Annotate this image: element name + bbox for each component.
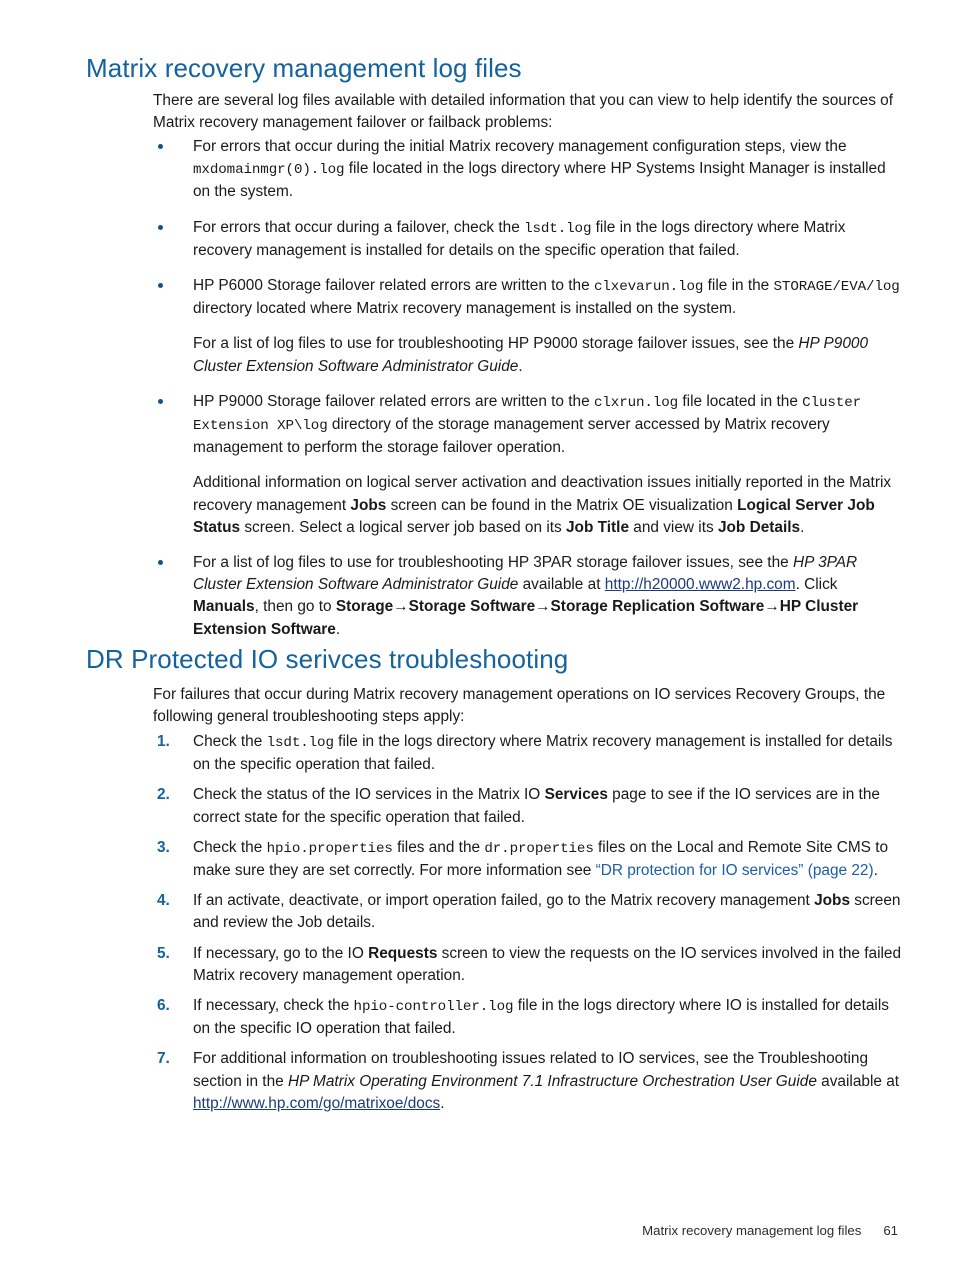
numbered-list-item-text: If necessary, go to the IO Requests scre… (193, 944, 902, 984)
document-page: Matrix recovery management log files The… (0, 0, 954, 1271)
emphasis-italic: HP Matrix Operating Environment 7.1 Infr… (287, 1072, 817, 1090)
section1-intro-paragraph: There are several log files available wi… (153, 90, 898, 134)
external-url-link[interactable]: http://h20000.www2.hp.com (605, 576, 796, 593)
numbered-list-item: 1. Check the lsdt.log file in the logs di… (153, 731, 905, 776)
numbered-list-item-text: For additional information on troublesho… (193, 1050, 900, 1112)
code-span: hpio-controller.log (353, 999, 514, 1016)
list-item-sub-paragraph: Additional information on logical server… (193, 474, 892, 536)
bullet-point-icon (158, 224, 163, 230)
numbered-list-item-text: Check the lsdt.log file in the logs dire… (193, 733, 893, 774)
list-item-text: HP P9000 Storage failover related errors… (193, 392, 862, 457)
paragraph-text: For failures that occur during Matrix re… (153, 686, 886, 726)
list-item-text: For errors that occur during a failover,… (193, 218, 846, 259)
list-item: HP P6000 Storage failover related errors… (153, 275, 905, 378)
step-number: 7. (157, 1050, 170, 1068)
external-url-link[interactable]: http://www.hp.com/go/matrixoe/docs (193, 1095, 440, 1112)
list-item: For errors that occur during a failover,… (153, 217, 905, 262)
bullet-point-icon (158, 144, 163, 149)
step-number: 5. (157, 944, 170, 962)
numbered-list-item: 7. For additional information on troubles… (153, 1048, 905, 1115)
list-item: For a list of log files to use for troub… (153, 552, 905, 641)
troubleshooting-steps-list: 1. Check the lsdt.log file in the logs di… (153, 731, 905, 1115)
section2-intro-paragraph: For failures that occur during Matrix re… (153, 684, 905, 728)
step-number: 2. (157, 786, 170, 804)
emphasis-bold: Job Details (717, 518, 801, 536)
code-span: mxdomainmgr(0).log (193, 162, 345, 179)
step-number: 1. (157, 733, 170, 750)
numbered-list-item: 5. If necessary, go to the IO Requests sc… (153, 943, 905, 987)
emphasis-bold: Jobs (814, 892, 850, 910)
numbered-list-item: 4. If an activate, deactivate, or import … (153, 890, 905, 934)
numbered-list-item-text: Check the status of the IO services in t… (193, 786, 880, 826)
list-item-text: For a list of log files to use for troub… (193, 554, 859, 638)
code-span: clxevarun.log (593, 279, 704, 296)
emphasis-bold: Services (544, 786, 608, 804)
code-span: Cluster Extension XP\log (193, 394, 862, 435)
emphasis-bold: Requests (368, 944, 438, 962)
page-title: Matrix recovery management log files (86, 53, 522, 83)
emphasis-bold: Storage (335, 598, 394, 616)
paragraph-text: There are several log files available wi… (153, 92, 894, 132)
code-span: STORAGE/EVA/log (773, 279, 900, 296)
numbered-list-item: 6. If necessary, check the hpio-controlle… (153, 995, 905, 1040)
numbered-list-item-text: If an activate, deactivate, or import op… (193, 892, 901, 932)
code-span: lsdt.log (524, 220, 592, 237)
code-span: dr.properties (484, 840, 594, 857)
section-heading-dr-protected-io: DR Protected IO serivces troubleshooting (86, 644, 569, 674)
list-item: For errors that occur during the initial… (153, 136, 905, 204)
bullet-point-icon (158, 283, 163, 289)
cross-reference-link[interactable]: “DR protection for IO services” (page 22… (596, 862, 874, 879)
numbered-list-item: 3. Check the hpio.properties files and th… (153, 837, 905, 882)
step-number: 3. (157, 838, 170, 856)
emphasis-bold: Job Title (566, 518, 629, 536)
emphasis-bold: Jobs (350, 496, 387, 514)
code-span: clxrun.log (593, 394, 679, 411)
menu-path-arrow-icon: → (393, 598, 409, 616)
numbered-list-item-text: Check the hpio.properties files and the … (193, 838, 889, 880)
list-item-text: For errors that occur during the initial… (193, 138, 886, 201)
footer-page-number: 61 (883, 1223, 898, 1238)
log-files-bullet-list: For errors that occur during the initial… (153, 136, 905, 641)
menu-path-arrow-icon: → (535, 598, 551, 616)
emphasis-italic: HP P9000 Cluster Extension Software Admi… (193, 335, 869, 375)
step-number: 6. (157, 997, 170, 1015)
code-span: lsdt.log (266, 735, 334, 751)
step-number: 4. (157, 892, 170, 910)
list-item-sub-paragraph: For a list of log files to use for troub… (193, 335, 869, 375)
code-span: hpio.properties (266, 840, 393, 857)
emphasis-bold: Manuals (193, 598, 255, 616)
bullet-point-icon (158, 398, 163, 404)
menu-path-arrow-icon: → (764, 598, 780, 616)
list-item: HP P9000 Storage failover related errors… (153, 391, 905, 539)
numbered-list-item: 2. Check the status of the IO services in… (153, 784, 905, 828)
page-footer: Matrix recovery management log files 61 (86, 1222, 898, 1240)
emphasis-bold: Storage Replication Software (550, 598, 765, 616)
footer-title: Matrix recovery management log files (642, 1223, 862, 1238)
numbered-list-item-text: If necessary, check the hpio-controller.… (193, 997, 889, 1038)
bullet-point-icon (158, 560, 163, 566)
list-item-text: HP P6000 Storage failover related errors… (193, 277, 900, 318)
emphasis-bold: Storage Software (408, 598, 536, 616)
